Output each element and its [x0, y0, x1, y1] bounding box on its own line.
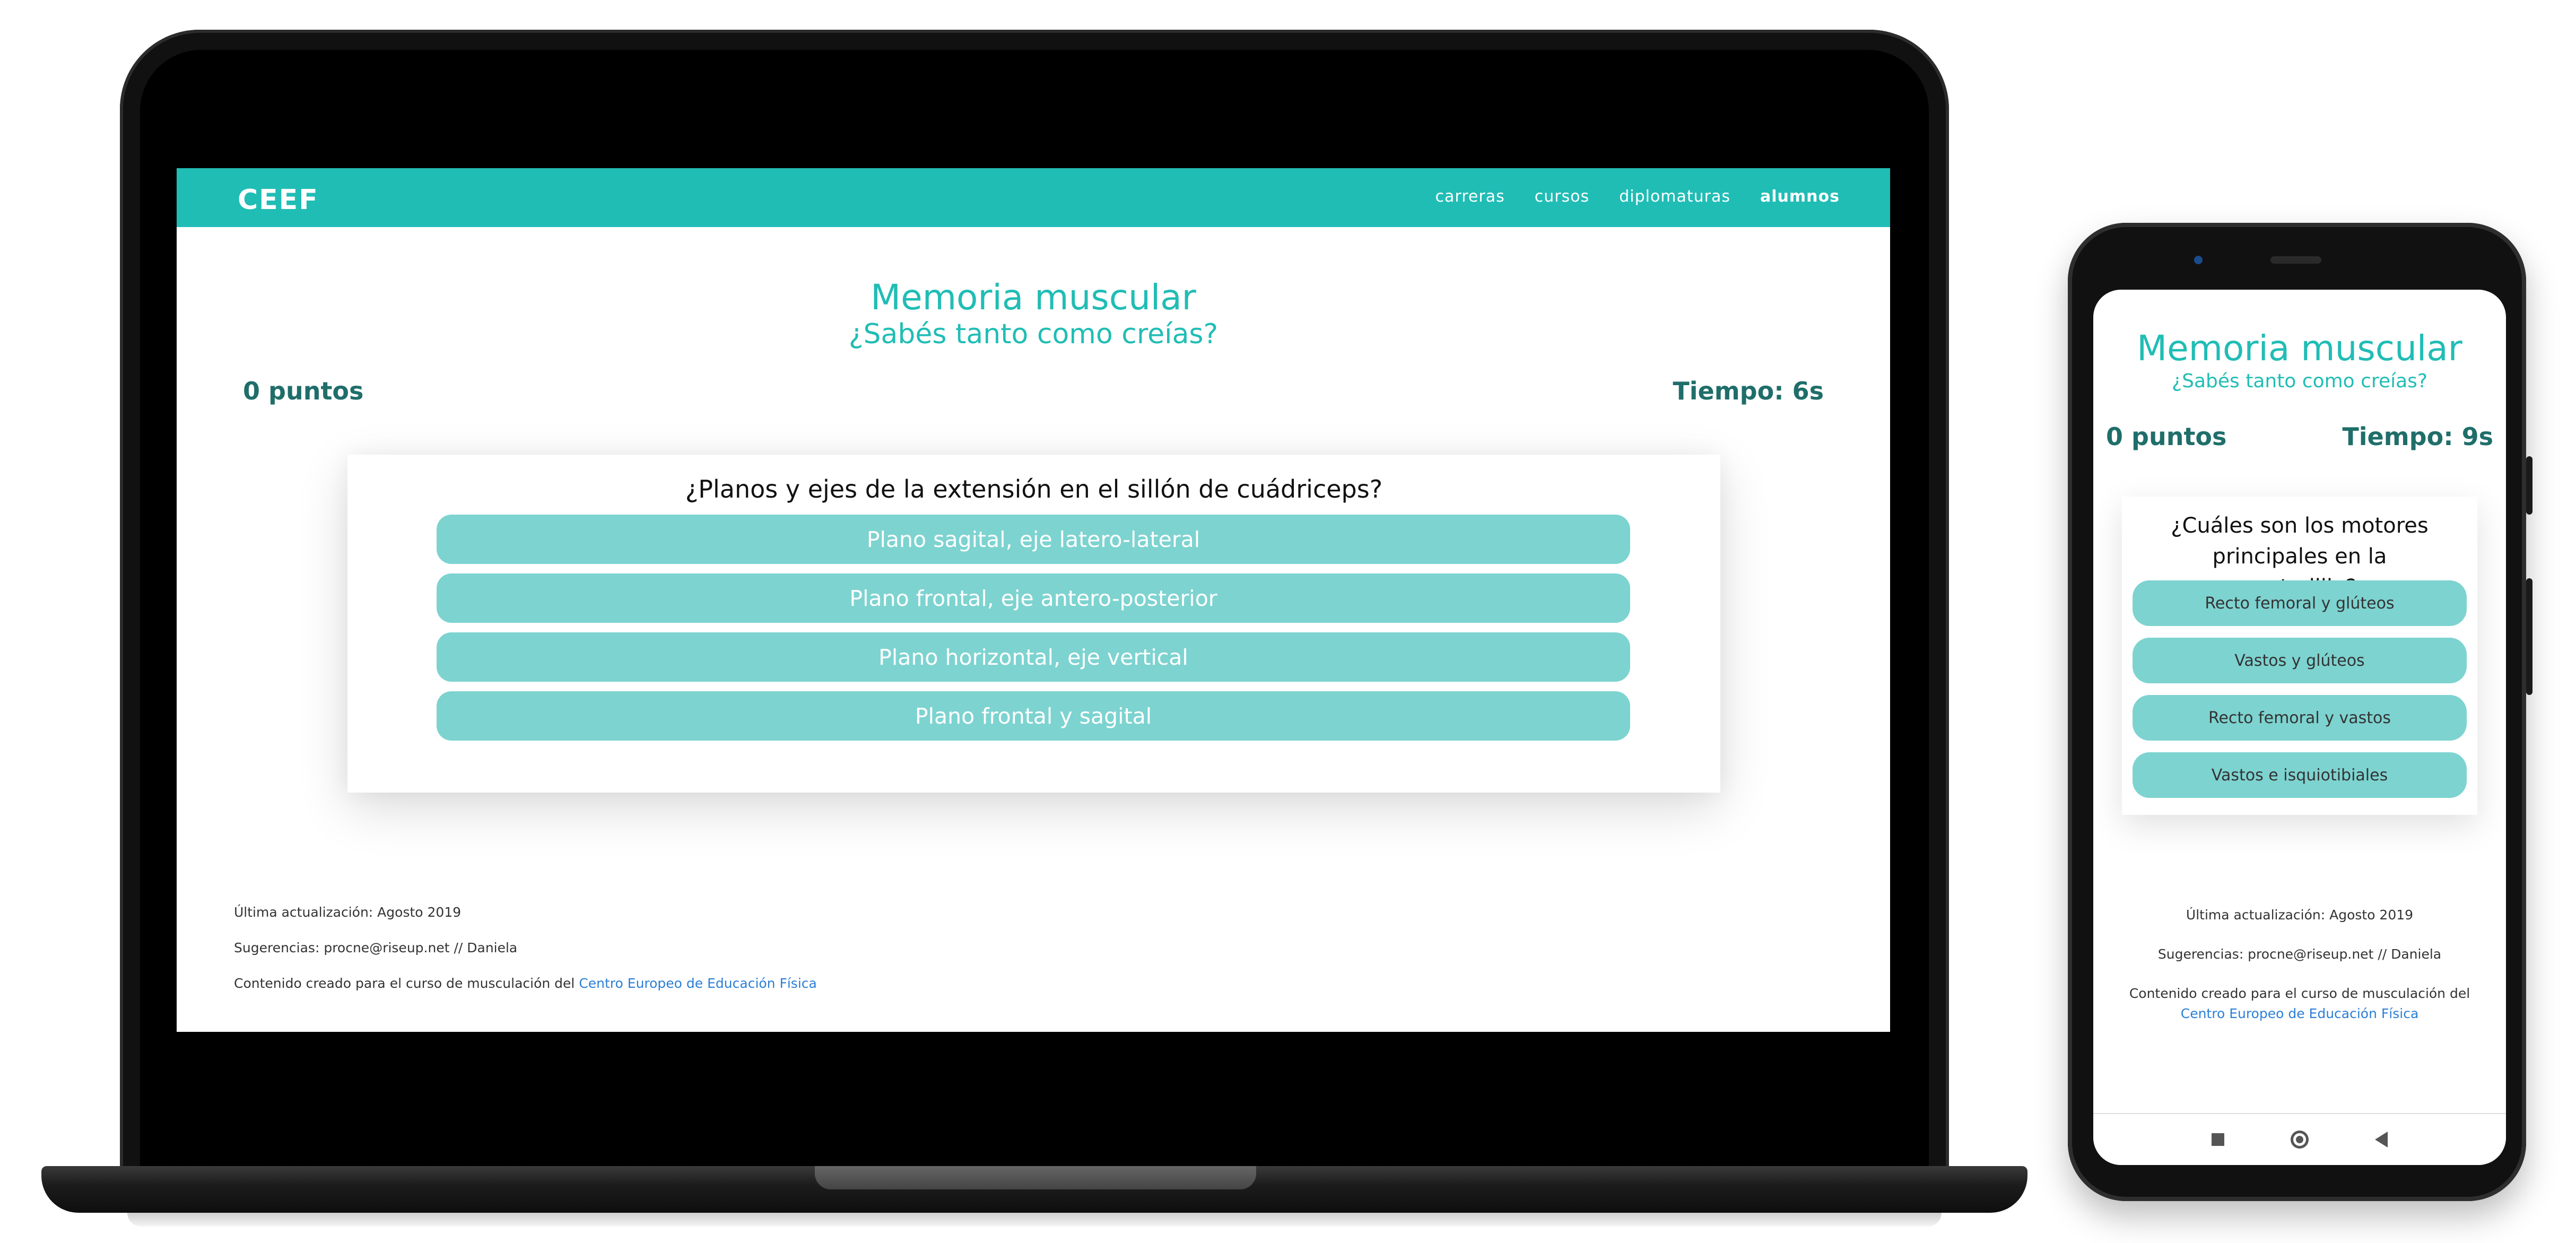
- phone-side-button: [2526, 456, 2533, 515]
- answer-options: Recto femoral y glúteos Vastos y glúteos…: [2133, 580, 2467, 810]
- footer-suggestions: Sugerencias: procne@riseup.net // Daniel…: [234, 940, 518, 955]
- page-subtitle: ¿Sabés tanto como creías?: [848, 318, 1219, 350]
- back-icon[interactable]: [2375, 1132, 2388, 1148]
- navbar: CEEF carreras cursos diplomaturas alumno…: [177, 168, 1890, 227]
- footer-credit-text: Contenido creado para el curso de muscul…: [2129, 986, 2470, 1001]
- nav-link-diplomaturas[interactable]: diplomaturas: [1619, 187, 1730, 206]
- timer-label: Tiempo: 6s: [1673, 377, 1824, 405]
- front-camera-icon: [2194, 256, 2203, 264]
- android-nav-bar: [2093, 1113, 2506, 1165]
- score-label: 0 puntos: [2106, 422, 2227, 451]
- footer-suggestions: Sugerencias: procne@riseup.net // Daniel…: [2157, 946, 2442, 962]
- footer-updated: Última actualización: Agosto 2019: [2186, 907, 2414, 923]
- home-icon[interactable]: [2291, 1131, 2309, 1149]
- recents-icon[interactable]: [2212, 1133, 2224, 1146]
- answer-option-button[interactable]: Plano frontal y sagital: [437, 691, 1630, 741]
- answer-option-button[interactable]: Vastos e isquiotibiales: [2133, 752, 2467, 798]
- question-card: ¿Cuáles son los motores principales en l…: [2122, 497, 2477, 815]
- nav-link-carreras[interactable]: carreras: [1435, 187, 1505, 206]
- footer: Última actualización: Agosto 2019 Sugere…: [2109, 905, 2490, 1043]
- phone-side-button: [2526, 578, 2533, 695]
- laptop-trackpad-notch: [815, 1166, 1256, 1189]
- answer-option-button[interactable]: Plano horizontal, eje vertical: [437, 632, 1630, 682]
- nav-links: carreras cursos diplomaturas alumnos: [1435, 187, 1840, 206]
- answer-option-button[interactable]: Plano sagital, eje latero-lateral: [437, 515, 1630, 564]
- answer-option-button[interactable]: Vastos y glúteos: [2133, 638, 2467, 683]
- footer-credit-link[interactable]: Centro Europeo de Educación Física: [579, 976, 817, 991]
- answer-option-button[interactable]: Recto femoral y glúteos: [2133, 580, 2467, 626]
- footer-credit-link[interactable]: Centro Europeo de Educación Física: [2181, 1006, 2419, 1021]
- footer: Última actualización: Agosto 2019 Sugere…: [234, 905, 817, 1011]
- footer-credit: Contenido creado para el curso de muscul…: [2109, 984, 2490, 1024]
- phone-speaker: [2270, 256, 2321, 264]
- answer-options: Plano sagital, eje latero-lateral Plano …: [437, 515, 1630, 750]
- answer-option-button[interactable]: Recto femoral y vastos: [2133, 695, 2467, 741]
- laptop-foot: [127, 1213, 1942, 1227]
- footer-updated: Última actualización: Agosto 2019: [234, 905, 462, 920]
- nav-link-alumnos[interactable]: alumnos: [1760, 187, 1840, 206]
- page-subtitle: ¿Sabés tanto como creías?: [2171, 370, 2428, 392]
- timer-label: Tiempo: 9s: [2342, 422, 2493, 451]
- page-title: Memoria muscular: [2137, 328, 2462, 369]
- page-title: Memoria muscular: [871, 277, 1196, 318]
- answer-option-button[interactable]: Plano frontal, eje antero-posterior: [437, 573, 1630, 623]
- phone-screen: Memoria muscular ¿Sabés tanto como creía…: [2093, 290, 2506, 1165]
- score-label: 0 puntos: [243, 377, 364, 405]
- logo[interactable]: CEEF: [238, 184, 319, 216]
- nav-link-cursos[interactable]: cursos: [1535, 187, 1589, 206]
- laptop-screen: CEEF carreras cursos diplomaturas alumno…: [177, 168, 1890, 1032]
- question-card: ¿Planos y ejes de la extensión en el sil…: [347, 455, 1720, 793]
- question-text: ¿Planos y ejes de la extensión en el sil…: [685, 475, 1383, 503]
- footer-credit-text: Contenido creado para el curso de muscul…: [234, 976, 579, 991]
- footer-credit: Contenido creado para el curso de muscul…: [234, 976, 817, 991]
